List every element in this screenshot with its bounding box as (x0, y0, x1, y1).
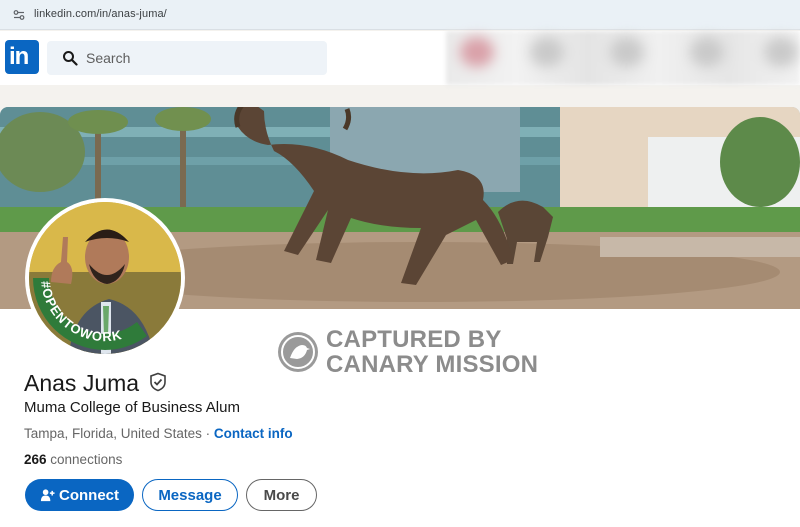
logo-text: in (9, 43, 29, 70)
more-label: More (263, 486, 300, 504)
connect-button[interactable]: Connect (25, 479, 134, 511)
canary-bird-icon (278, 332, 318, 372)
avatar-image: #OPENTOWORK (29, 202, 181, 354)
connections-number: 266 (24, 452, 47, 467)
connections-label: connections (46, 452, 123, 467)
search-icon (63, 51, 78, 66)
profile-photo[interactable]: #OPENTOWORK (25, 198, 185, 358)
watermark-text: CAPTURED BY CANARY MISSION (326, 327, 538, 377)
message-label: Message (158, 486, 222, 504)
watermark-line-1: CAPTURED BY (326, 326, 502, 353)
more-button[interactable]: More (246, 479, 317, 511)
profile-card: #OPENTOWORK CAPTURED BY CANARY MISSION A… (0, 107, 800, 527)
connect-label: Connect (59, 486, 119, 504)
linkedin-logo[interactable]: in (5, 40, 39, 74)
search-input[interactable]: Search (47, 41, 327, 75)
canary-mission-watermark: CAPTURED BY CANARY MISSION (278, 325, 598, 385)
browser-address-bar[interactable]: linkedin.com/in/anas-juma/ (0, 0, 800, 30)
connections-count[interactable]: 266 connections (24, 452, 122, 467)
watermark-line-2: CANARY MISSION (326, 351, 539, 378)
top-navigation: in Search (0, 31, 800, 85)
address-url[interactable]: linkedin.com/in/anas-juma/ (34, 8, 167, 20)
profile-location: Tampa, Florida, United States (24, 426, 202, 441)
blurred-nav-icons (446, 31, 800, 85)
add-person-icon (40, 488, 55, 501)
contact-info-link[interactable]: Contact info (214, 426, 293, 441)
site-settings-icon[interactable] (13, 9, 25, 21)
message-button[interactable]: Message (142, 479, 238, 511)
profile-location-line: Tampa, Florida, United States · Contact … (24, 426, 293, 441)
avatar: #OPENTOWORK (29, 202, 181, 354)
search-placeholder: Search (86, 50, 131, 66)
profile-name: Anas Juma (24, 370, 140, 396)
profile-headline: Muma College of Business Alum (24, 399, 240, 416)
separator: · (201, 426, 214, 441)
verified-shield-icon[interactable] (148, 372, 168, 392)
